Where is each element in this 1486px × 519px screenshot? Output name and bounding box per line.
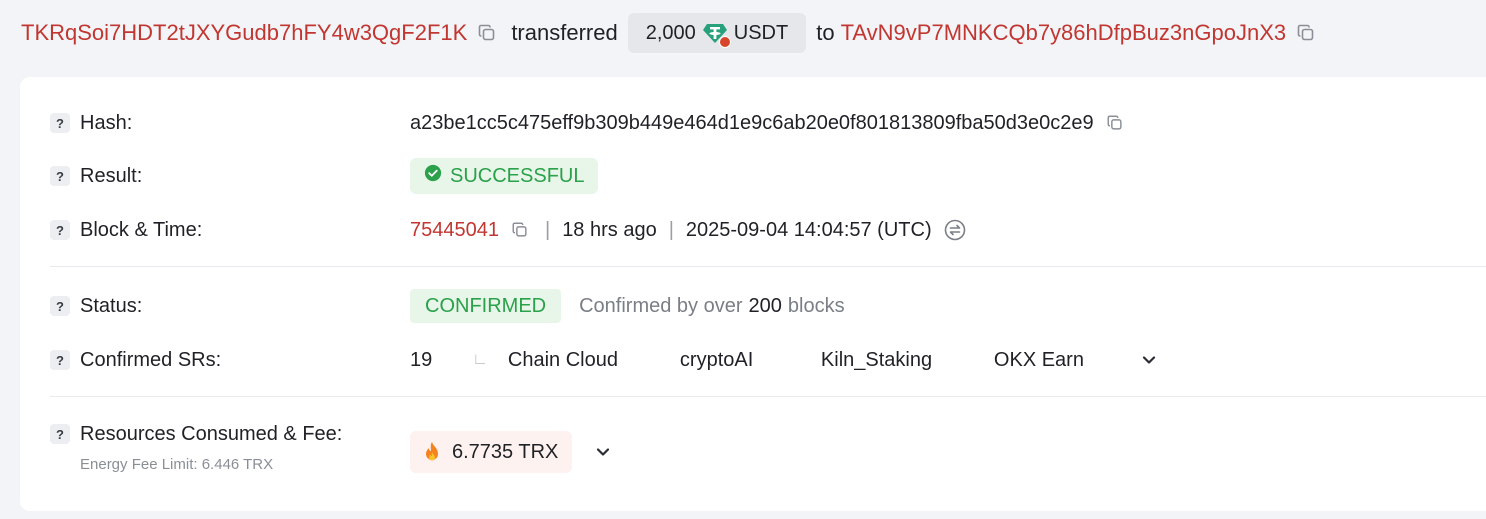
- help-icon[interactable]: ?: [50, 350, 70, 370]
- resources-label: Resources Consumed & Fee:: [80, 422, 343, 445]
- hash-row: ? Hash: a23be1cc5c475eff9b309b449e464d1e…: [20, 103, 1486, 143]
- to-address-link[interactable]: TAvN9vP7MNKCQb7y86hDfpBuz3nGpoJnX3: [841, 20, 1287, 46]
- result-label: Result:: [80, 164, 143, 187]
- divider-bar: |: [668, 218, 674, 241]
- fee-value: 6.7735 TRX: [452, 440, 559, 463]
- sr-item[interactable]: Kiln_Staking: [821, 349, 994, 372]
- amount-value: 2,000: [645, 21, 696, 44]
- section-divider: [50, 396, 1486, 397]
- fee-value-group: 6.7735 TRX: [410, 431, 614, 473]
- energy-fee-limit: Energy Fee Limit: 6.446 TRX: [80, 456, 274, 473]
- hash-value-group: a23be1cc5c475eff9b309b449e464d1e9c6ab20e…: [410, 112, 1130, 135]
- sr-item[interactable]: Chain Cloud: [508, 349, 680, 372]
- relative-time: 18 hrs ago: [562, 218, 657, 241]
- help-icon[interactable]: ?: [50, 220, 70, 240]
- result-value: SUCCESSFUL: [450, 164, 585, 187]
- transferred-text: transferred: [511, 20, 618, 45]
- block-time-row: ? Block & Time: 75445041 | 18 hrs ago | …: [20, 210, 1486, 250]
- hash-value: a23be1cc5c475eff9b309b449e464d1e9c6ab20e…: [410, 111, 1094, 134]
- hash-label: Hash:: [80, 111, 133, 134]
- copy-icon[interactable]: [477, 23, 497, 43]
- help-icon[interactable]: ?: [50, 424, 70, 444]
- srs-count: 19: [410, 348, 433, 371]
- to-text: to: [816, 20, 835, 45]
- sr-item[interactable]: cryptoAI: [680, 349, 821, 372]
- resources-row: ? Resources Consumed & Fee:: [20, 414, 1486, 454]
- help-icon[interactable]: ?: [50, 166, 70, 186]
- status-row: ? Status: CONFIRMED Confirmed by over 20…: [20, 286, 1486, 326]
- copy-icon[interactable]: [1296, 23, 1316, 43]
- result-value-group: SUCCESSFUL: [410, 158, 599, 194]
- status-label: Status:: [80, 294, 143, 317]
- chevron-down-icon[interactable]: [1138, 349, 1160, 371]
- block-time-label: Block & Time:: [80, 218, 203, 241]
- usdt-icon: [702, 20, 731, 48]
- transaction-details-card: ? Hash: a23be1cc5c475eff9b309b449e464d1e…: [20, 77, 1486, 511]
- sr-item[interactable]: OKX Earn: [994, 349, 1138, 372]
- token-amount-pill: 2,000 USDT: [627, 13, 807, 53]
- timestamp: 2025-09-04 14:04:57 (UTC): [685, 218, 932, 241]
- help-icon[interactable]: ?: [50, 113, 70, 133]
- tree-branch-icon: ∟: [472, 351, 488, 368]
- check-circle-icon: [424, 164, 442, 188]
- block-number-link[interactable]: 75445041: [410, 219, 499, 242]
- help-icon[interactable]: ?: [50, 296, 70, 316]
- token-symbol[interactable]: USDT: [734, 22, 788, 45]
- confirmed-by-prefix: Confirmed by over: [579, 294, 743, 317]
- copy-icon[interactable]: [1106, 114, 1124, 132]
- from-address-link[interactable]: TKRqSoi7HDT2tJXYGudb7hFY4w3QgF2F1K: [21, 20, 467, 46]
- srs-label: Confirmed SRs:: [80, 348, 222, 371]
- transfer-summary: TKRqSoi7HDT2tJXYGudb7hFY4w3QgF2F1K trans…: [0, 0, 1486, 66]
- srs-value-group: 19 ∟ Chain Cloud cryptoAI Kiln_Staking O…: [410, 349, 1160, 372]
- divider-bar: |: [544, 218, 551, 241]
- result-badge: SUCCESSFUL: [410, 158, 599, 194]
- confirmed-by-count: 200: [748, 294, 782, 317]
- confirmed-by-suffix: blocks: [787, 294, 845, 317]
- swap-icon[interactable]: [944, 219, 966, 241]
- copy-icon[interactable]: [511, 221, 529, 239]
- confirmed-srs-row: ? Confirmed SRs: 19 ∟ Chain Cloud crypto…: [20, 340, 1486, 380]
- result-row: ? Result: SUCCESSFUL: [20, 156, 1486, 196]
- fee-pill: 6.7735 TRX: [410, 431, 573, 473]
- status-value-group: CONFIRMED Confirmed by over 200 blocks: [410, 289, 845, 323]
- block-time-value-group: 75445041 | 18 hrs ago | 2025-09-04 14:04…: [410, 219, 966, 242]
- fire-icon: [422, 441, 442, 463]
- status-badge: CONFIRMED: [410, 289, 562, 323]
- chevron-down-icon[interactable]: [592, 441, 614, 463]
- section-divider: [50, 266, 1486, 267]
